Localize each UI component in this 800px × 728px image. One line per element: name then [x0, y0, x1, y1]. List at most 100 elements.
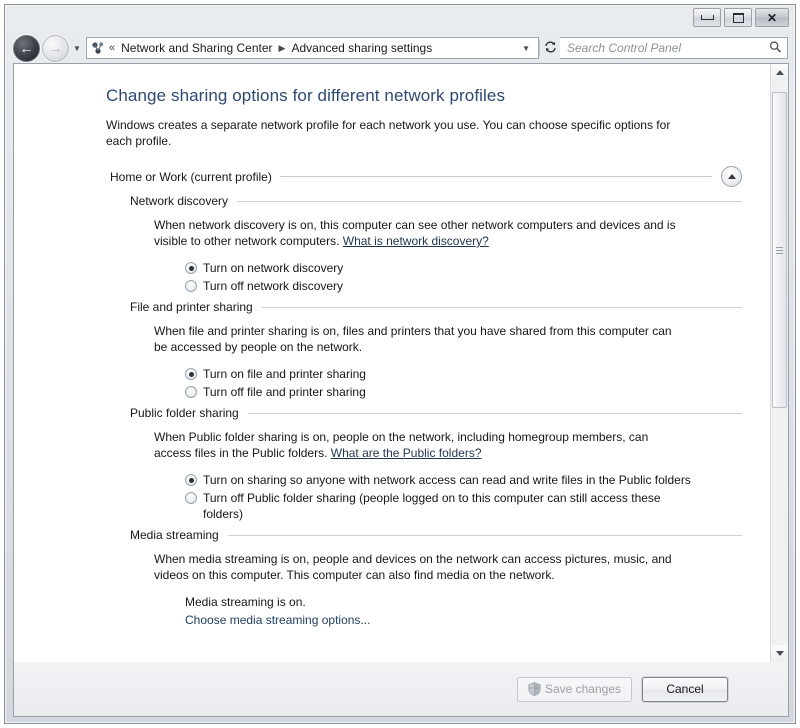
maximize-button[interactable] [724, 8, 752, 27]
section-description: When file and printer sharing is on, fil… [154, 324, 672, 354]
breadcrumb-item-network-and-sharing-center[interactable]: Network and Sharing Center [119, 41, 274, 55]
profile-header: Home or Work (current profile) [110, 166, 742, 187]
scroll-down-button[interactable] [771, 645, 788, 662]
section-rule [261, 306, 742, 308]
section-rule [227, 534, 742, 536]
control-panel-window: ✕ ← → ▼ « Network and Sharing Center ▶ A… [4, 4, 796, 724]
section-network-discovery: Network discovery When network discovery… [106, 194, 742, 294]
scroll-up-button[interactable] [771, 64, 788, 81]
section-description: When network discovery is on, this compu… [154, 217, 679, 249]
radio-button-turn-off[interactable] [185, 492, 197, 504]
media-streaming-status-text: Media streaming is on. [185, 595, 306, 609]
section-title: Network discovery [130, 194, 229, 208]
radio-option[interactable]: Turn on sharing so anyone with network a… [185, 472, 742, 488]
radio-option[interactable]: Turn off network discovery [185, 278, 742, 294]
collapse-profile-button[interactable] [721, 166, 742, 187]
dialog-footer: Save changes Cancel [13, 662, 789, 717]
radio-label: Turn off network discovery [203, 279, 344, 293]
radio-label: Turn on network discovery [203, 261, 344, 275]
scrollbar-track[interactable] [771, 81, 788, 645]
radio-option[interactable]: Turn on file and printer sharing [185, 366, 742, 382]
section-rule [237, 200, 742, 202]
address-dropdown-icon[interactable]: ▼ [516, 44, 536, 53]
radio-label: Turn off Public folder sharing (people l… [203, 491, 661, 521]
recent-pages-button[interactable]: ▼ [70, 44, 84, 53]
content-pane: Change sharing options for different net… [13, 63, 789, 662]
section-body: When Public folder sharing is on, people… [154, 421, 742, 522]
cancel-button[interactable]: Cancel [642, 676, 728, 702]
scrollbar-grip-icon [776, 245, 783, 256]
link-what-is-network-discovery[interactable]: What is network discovery? [343, 234, 489, 248]
radio-button-turn-on[interactable] [185, 368, 197, 380]
radio-group: Turn on sharing so anyone with network a… [185, 472, 742, 522]
minimize-icon [700, 15, 714, 20]
search-box[interactable]: Search Control Panel [560, 37, 788, 59]
network-icon [90, 40, 106, 56]
profile-label: Home or Work (current profile) [110, 169, 272, 184]
back-arrow-icon: ← [19, 40, 34, 56]
section-body: When network discovery is on, this compu… [154, 209, 742, 294]
section-file-and-printer-sharing: File and printer sharing When file and p… [106, 300, 742, 400]
title-bar: ✕ [5, 5, 795, 33]
triangle-up-icon [775, 70, 784, 75]
cancel-label: Cancel [666, 682, 704, 696]
radio-group: Turn on file and printer sharing Turn of… [185, 366, 742, 400]
radio-button-turn-off[interactable] [185, 280, 197, 292]
radio-button-turn-on[interactable] [185, 474, 197, 486]
maximize-icon [732, 12, 744, 23]
refresh-button[interactable] [539, 40, 560, 56]
radio-label: Turn on file and printer sharing [203, 367, 366, 381]
link-choose-media-streaming-options[interactable]: Choose media streaming options... [185, 613, 370, 627]
minimize-button[interactable] [693, 8, 721, 27]
search-icon [766, 38, 787, 59]
radio-label: Turn on sharing so anyone with network a… [203, 473, 691, 487]
radio-option[interactable]: Turn on network discovery [185, 260, 742, 276]
content-scroll-area: Change sharing options for different net… [14, 64, 770, 662]
chevron-up-icon [727, 174, 736, 179]
radio-button-turn-off[interactable] [185, 386, 197, 398]
section-header: Public folder sharing [130, 406, 742, 420]
radio-label: Turn off file and printer sharing [203, 385, 366, 399]
breadcrumb-overflow-icon[interactable]: « [108, 42, 119, 54]
link-what-are-the-public-folders[interactable]: What are the Public folders? [331, 446, 482, 460]
scrollbar-thumb[interactable] [772, 92, 787, 409]
chevron-down-icon: ▼ [73, 43, 81, 53]
section-rule [247, 412, 742, 414]
back-button[interactable]: ← [13, 34, 40, 62]
radio-group: Turn on network discovery Turn off netwo… [185, 260, 742, 294]
section-description: When Public folder sharing is on, people… [154, 429, 679, 461]
forward-arrow-icon: → [48, 40, 63, 56]
section-title: Media streaming [130, 528, 219, 542]
section-body: When media streaming is on, people and d… [154, 543, 742, 629]
radio-option[interactable]: Turn off Public folder sharing (people l… [185, 490, 742, 522]
page-title: Change sharing options for different net… [106, 86, 506, 105]
page-intro: Windows creates a separate network profi… [106, 118, 671, 148]
navigation-bar: ← → ▼ « Network and Sharing Center ▶ Adv… [5, 33, 795, 63]
section-media-streaming: Media streaming When media streaming is … [106, 528, 742, 629]
media-streaming-status: Media streaming is on. Choose media stre… [185, 594, 742, 629]
section-header: Network discovery [130, 194, 742, 208]
section-body: When file and printer sharing is on, fil… [154, 315, 742, 400]
section-header: File and printer sharing [130, 300, 742, 314]
radio-button-turn-on[interactable] [185, 262, 197, 274]
forward-button[interactable]: → [42, 34, 69, 62]
profile-rule [279, 176, 712, 177]
address-bar[interactable]: « Network and Sharing Center ▶ Advanced … [86, 37, 539, 59]
breadcrumb-separator-icon[interactable]: ▶ [275, 43, 290, 54]
refresh-icon [544, 41, 556, 53]
section-title: File and printer sharing [130, 300, 253, 314]
save-changes-label: Save changes [544, 682, 621, 696]
section-header: Media streaming [130, 528, 742, 542]
search-input[interactable]: Search Control Panel [567, 41, 770, 55]
radio-option[interactable]: Turn off file and printer sharing [185, 384, 742, 400]
uac-shield-icon [528, 682, 541, 697]
triangle-down-icon [775, 651, 784, 656]
vertical-scrollbar[interactable] [770, 64, 788, 662]
section-public-folder-sharing: Public folder sharing When Public folder… [106, 406, 742, 522]
window-controls: ✕ [693, 8, 789, 27]
save-changes-button[interactable]: Save changes [516, 676, 632, 702]
section-title: Public folder sharing [130, 406, 239, 420]
close-button[interactable]: ✕ [755, 8, 789, 27]
breadcrumb-item-advanced-sharing-settings[interactable]: Advanced sharing settings [289, 41, 434, 55]
settings-page: Change sharing options for different net… [14, 86, 770, 629]
